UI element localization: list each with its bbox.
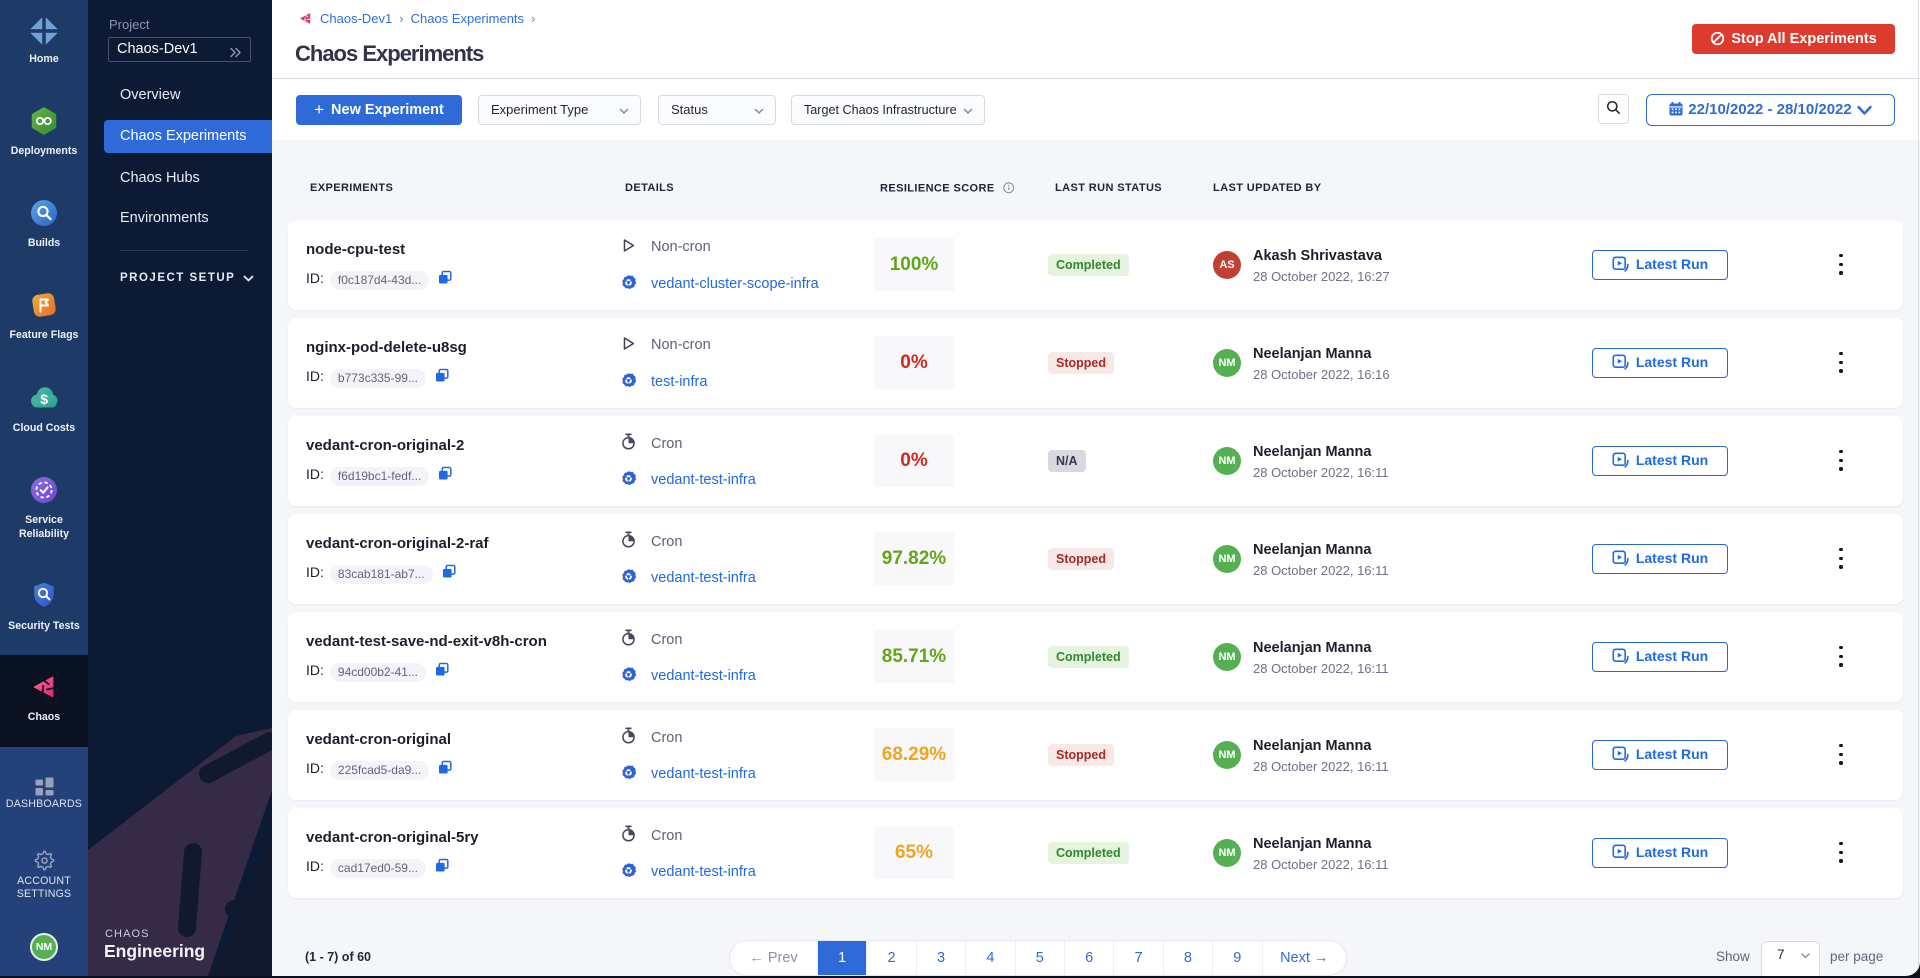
svg-text:$: $: [40, 391, 48, 407]
